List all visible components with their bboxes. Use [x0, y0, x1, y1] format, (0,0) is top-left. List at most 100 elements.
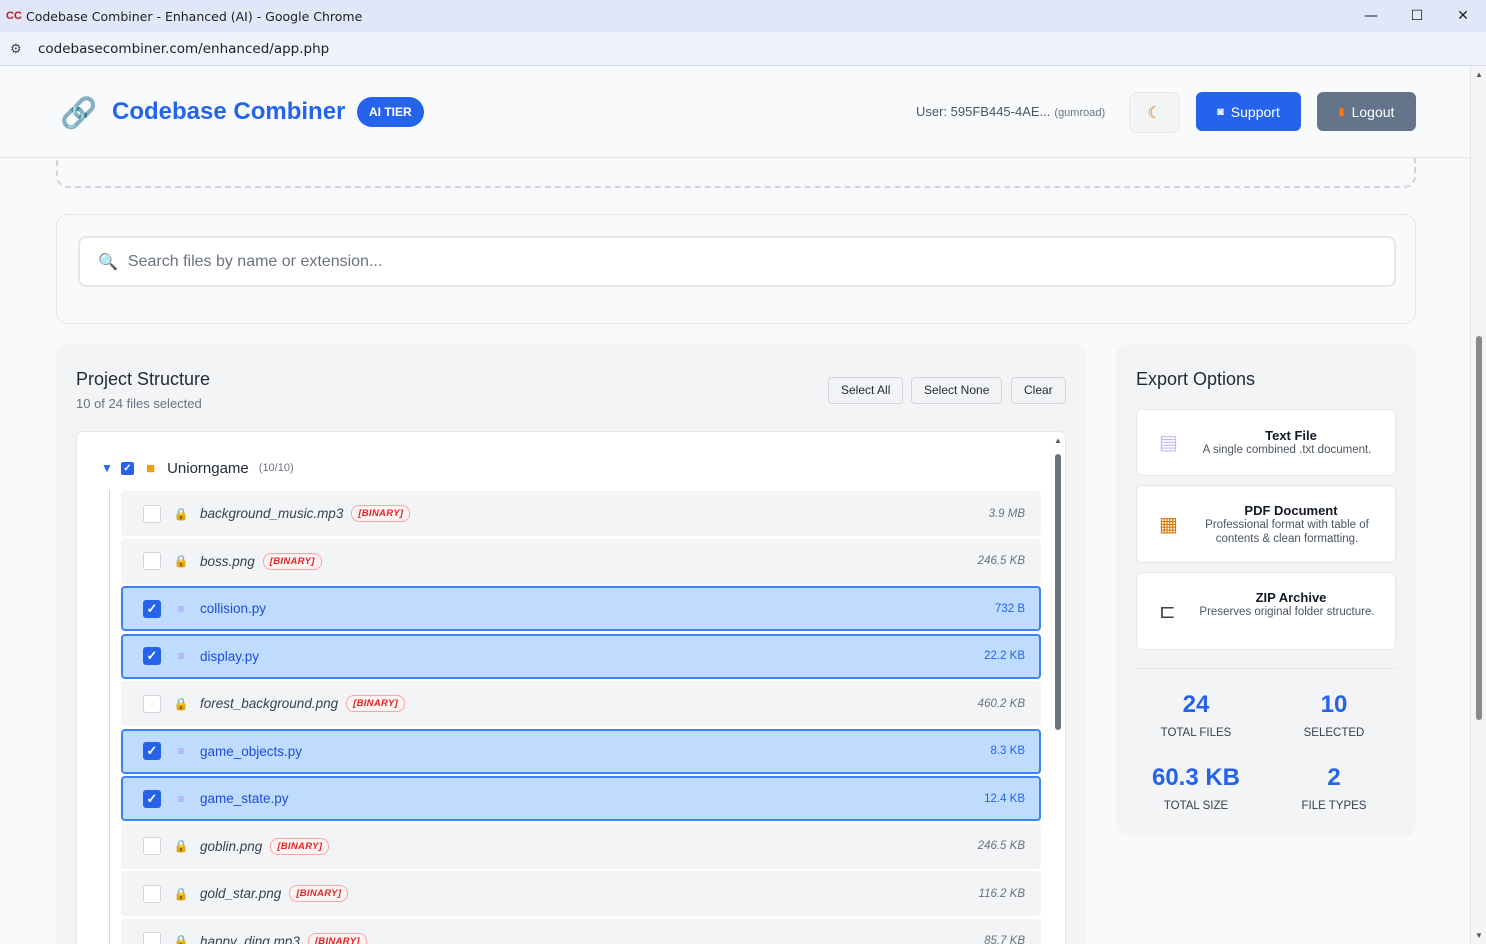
file-row[interactable]: 🔒 happy_ding.mp3 [BINARY] 85.7 KB [121, 918, 1041, 944]
file-checkbox[interactable] [143, 837, 161, 855]
file-row[interactable]: ✓ ≡ game_objects.py 8.3 KB [121, 728, 1041, 774]
export-title: Export Options [1136, 369, 1256, 389]
door-icon: ▮ [1338, 106, 1345, 118]
file-name: boss.png [200, 553, 255, 569]
export-option-name: Text File [1265, 428, 1317, 443]
minimize-button[interactable]: — [1348, 0, 1394, 32]
lock-icon: 🔒 [173, 506, 189, 521]
file-checkbox[interactable]: ✓ [143, 647, 161, 665]
scroll-up-arrow-icon[interactable]: ▲ [1475, 70, 1483, 79]
folder-icon: ■ [146, 459, 156, 477]
file-row[interactable]: 🔒 background_music.mp3 [BINARY] 3.9 MB [121, 491, 1041, 536]
export-option-name: ZIP Archive [1255, 590, 1327, 605]
lock-icon: 🔒 [173, 934, 189, 944]
file-row[interactable]: 🔒 forest_background.png [BINARY] 460.2 KB [121, 681, 1041, 726]
stat-total-files: 24 TOTAL FILES [1131, 691, 1261, 739]
support-button[interactable]: ◙ Support [1196, 92, 1301, 131]
file-checkbox[interactable]: ✓ [143, 599, 161, 618]
file-checkbox[interactable] [143, 694, 161, 713]
file-row[interactable]: 🔒 goblin.png [BINARY] 246.5 KB [121, 823, 1041, 869]
file-checkbox[interactable] [143, 504, 161, 523]
page-scroll-thumb[interactable] [1476, 336, 1482, 720]
stat-total-size: 60.3 KB TOTAL SIZE [1131, 764, 1261, 812]
search-card: 🔍 [56, 214, 1416, 324]
file-size: 22.2 KB [984, 650, 1025, 662]
export-text-option[interactable]: ▤ Text File A single combined .txt docum… [1136, 409, 1396, 476]
file-row[interactable]: ✓ ≡ collision.py 732 B [121, 586, 1041, 631]
project-title: Project Structure [76, 369, 211, 389]
theme-toggle-button[interactable]: ☾ [1129, 92, 1180, 133]
lock-icon: 🔒 [173, 839, 189, 853]
scroll-down-arrow-icon[interactable]: ▼ [1475, 931, 1483, 940]
caret-down-icon[interactable]: ▼ [101, 461, 121, 475]
export-divider [1136, 668, 1396, 669]
file-list: 🔒 background_music.mp3 [BINARY] 3.9 MB 🔒 boss… [121, 491, 1041, 944]
link-icon: 🔗 [60, 97, 98, 130]
file-name: background_music.mp3 [200, 506, 344, 521]
site-settings-icon[interactable]: ⚙ [10, 41, 26, 57]
export-pdf-option[interactable]: ▦ PDF Document Professional format with … [1136, 485, 1396, 563]
clamp-icon: ⊏ [1159, 601, 1176, 623]
select-none-button[interactable]: Select None [911, 377, 1003, 404]
camera-icon: ◙ [1217, 105, 1224, 118]
brand-title: Codebase Combiner [112, 98, 346, 125]
app-header: 🔗 Codebase Combiner AI TIER User: 595FB4… [0, 66, 1470, 158]
export-zip-option[interactable]: ⊏ ZIP Archive Preserves original folder … [1136, 572, 1396, 650]
document-icon: ≡ [177, 601, 185, 616]
user-info: User: 595FB445-4AE... (gumroad) [916, 104, 1105, 119]
window-title: Codebase Combiner - Enhanced (AI) - Goog… [26, 8, 363, 24]
folder-checkbox[interactable]: ✓ [121, 461, 134, 475]
folder-row[interactable]: ▼ ✓ ■ Uniorngame (10/10) [101, 457, 294, 479]
selection-count: 10 of 24 files selected [76, 396, 202, 411]
binary-badge: [BINARY] [262, 552, 322, 570]
tree-scrollbar[interactable]: ▲ [1053, 436, 1063, 944]
file-name: game_state.py [200, 791, 289, 806]
page-scrollbar[interactable]: ▲ ▼ [1470, 66, 1486, 944]
binary-badge: [BINARY] [346, 695, 406, 712]
file-size: 246.5 KB [977, 840, 1025, 852]
file-checkbox[interactable] [143, 884, 161, 903]
favicon-icon: CC [6, 10, 22, 22]
url-text[interactable]: codebasecombiner.com/enhanced/app.php [38, 41, 329, 57]
address-bar: ⚙ codebasecombiner.com/enhanced/app.php [0, 32, 1486, 66]
close-button[interactable]: ✕ [1440, 0, 1486, 32]
user-id: User: 595FB445-4AE... [916, 104, 1051, 119]
select-all-button[interactable]: Select All [828, 377, 904, 404]
file-row[interactable]: 🔒 gold_star.png [BINARY] 116.2 KB [121, 871, 1041, 916]
maximize-button[interactable]: ☐ [1394, 0, 1440, 32]
scroll-up-arrow-icon[interactable]: ▲ [1054, 436, 1062, 445]
lock-icon: 🔒 [173, 554, 189, 568]
clear-button[interactable]: Clear [1011, 377, 1066, 404]
file-row[interactable]: 🔒 boss.png [BINARY] 246.5 KB [121, 538, 1041, 584]
document-icon: ≡ [177, 649, 185, 663]
file-checkbox[interactable]: ✓ [143, 742, 161, 760]
file-checkbox[interactable] [143, 552, 161, 570]
stat-file-types: 2 FILE TYPES [1269, 764, 1399, 812]
file-name: forest_background.png [200, 696, 339, 711]
search-icon: 🔍 [98, 253, 118, 271]
file-size: 246.5 KB [977, 555, 1025, 567]
file-row[interactable]: ✓ ≡ game_state.py 12.4 KB [121, 776, 1041, 821]
stat-value: 60.3 KB [1151, 764, 1241, 791]
export-option-name: PDF Document [1244, 503, 1338, 518]
stat-value: 2 [1327, 764, 1341, 791]
file-name: game_objects.py [200, 743, 303, 759]
logout-button[interactable]: ▮ Logout [1317, 92, 1416, 131]
file-checkbox[interactable] [143, 932, 161, 944]
tier-badge: AI TIER [357, 97, 424, 127]
tree-scroll-thumb[interactable] [1055, 454, 1061, 730]
file-row[interactable]: ✓ ≡ display.py 22.2 KB [121, 633, 1041, 679]
window-titlebar: CC Codebase Combiner - Enhanced (AI) - G… [0, 0, 1486, 32]
export-options-panel: Export Options ▤ Text File A single comb… [1116, 344, 1416, 836]
logout-label: Logout [1351, 103, 1395, 120]
file-name: happy_ding.mp3 [200, 933, 300, 944]
file-checkbox[interactable]: ✓ [143, 789, 161, 808]
folder-name: Uniorngame [167, 459, 249, 477]
document-icon: ≡ [177, 744, 185, 758]
search-input[interactable] [127, 252, 1328, 271]
file-size: 3.9 MB [988, 507, 1025, 520]
user-source: (gumroad) [1054, 107, 1106, 119]
file-name: display.py [200, 648, 260, 664]
file-size: 85.7 KB [984, 935, 1025, 944]
binary-badge: [BINARY] [289, 885, 349, 902]
